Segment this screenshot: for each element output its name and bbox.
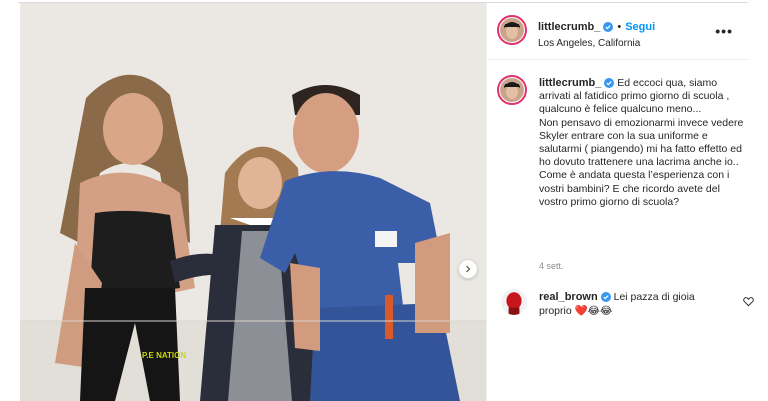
verified-badge-icon [600, 292, 611, 302]
post-header: littlecrumb_ • Segui Los Angeles, Californ… [487, 3, 749, 60]
caption-author-avatar[interactable] [497, 75, 527, 105]
commenter-username[interactable]: real_brown [539, 291, 598, 303]
post-side-panel: littlecrumb_ • Segui Los Angeles, Californ… [486, 3, 754, 401]
avatar-image [500, 78, 524, 102]
post-timestamp[interactable]: 4 sett. [539, 261, 564, 271]
photo-illustration: P.E NATION [20, 3, 486, 401]
caption-paragraph-2: Non pensavo di emozionarmi invece vedere… [539, 116, 744, 169]
post-location[interactable]: Los Angeles, California [538, 38, 655, 49]
next-photo-button[interactable] [458, 259, 478, 279]
author-avatar[interactable] [497, 15, 527, 45]
commenter-avatar[interactable] [501, 289, 527, 315]
comment-emojis: ❤️😂😂 [574, 304, 613, 317]
post-photo[interactable]: P.E NATION [20, 3, 486, 401]
separator-dot: • [617, 21, 622, 33]
caption-paragraph-3: Come è andata questa l’esperienza con i … [539, 169, 730, 208]
follow-button[interactable]: Segui [625, 21, 655, 33]
avatar-image [500, 18, 524, 42]
header-info: littlecrumb_ • Segui Los Angeles, Californ… [538, 17, 655, 49]
chevron-right-icon [466, 265, 471, 273]
comment-text: real_brown Lei pazza di gioia proprio ❤️… [539, 291, 719, 318]
verified-badge-icon [603, 22, 614, 32]
instagram-post: P.E NATION littlecrumb_ • Segui Los Ange… [18, 2, 754, 401]
verified-badge-icon [604, 78, 615, 88]
svg-text:P.E NATION: P.E NATION [142, 351, 186, 360]
author-username[interactable]: littlecrumb_ [538, 21, 600, 33]
more-options-icon[interactable]: ••• [715, 23, 733, 39]
caption-text: littlecrumb_ Ed eccoci qua, siamo arriva… [539, 77, 747, 209]
heart-outline-icon[interactable] [743, 296, 754, 307]
avatar-image [501, 289, 527, 315]
caption-author-username[interactable]: littlecrumb_ [539, 77, 601, 89]
